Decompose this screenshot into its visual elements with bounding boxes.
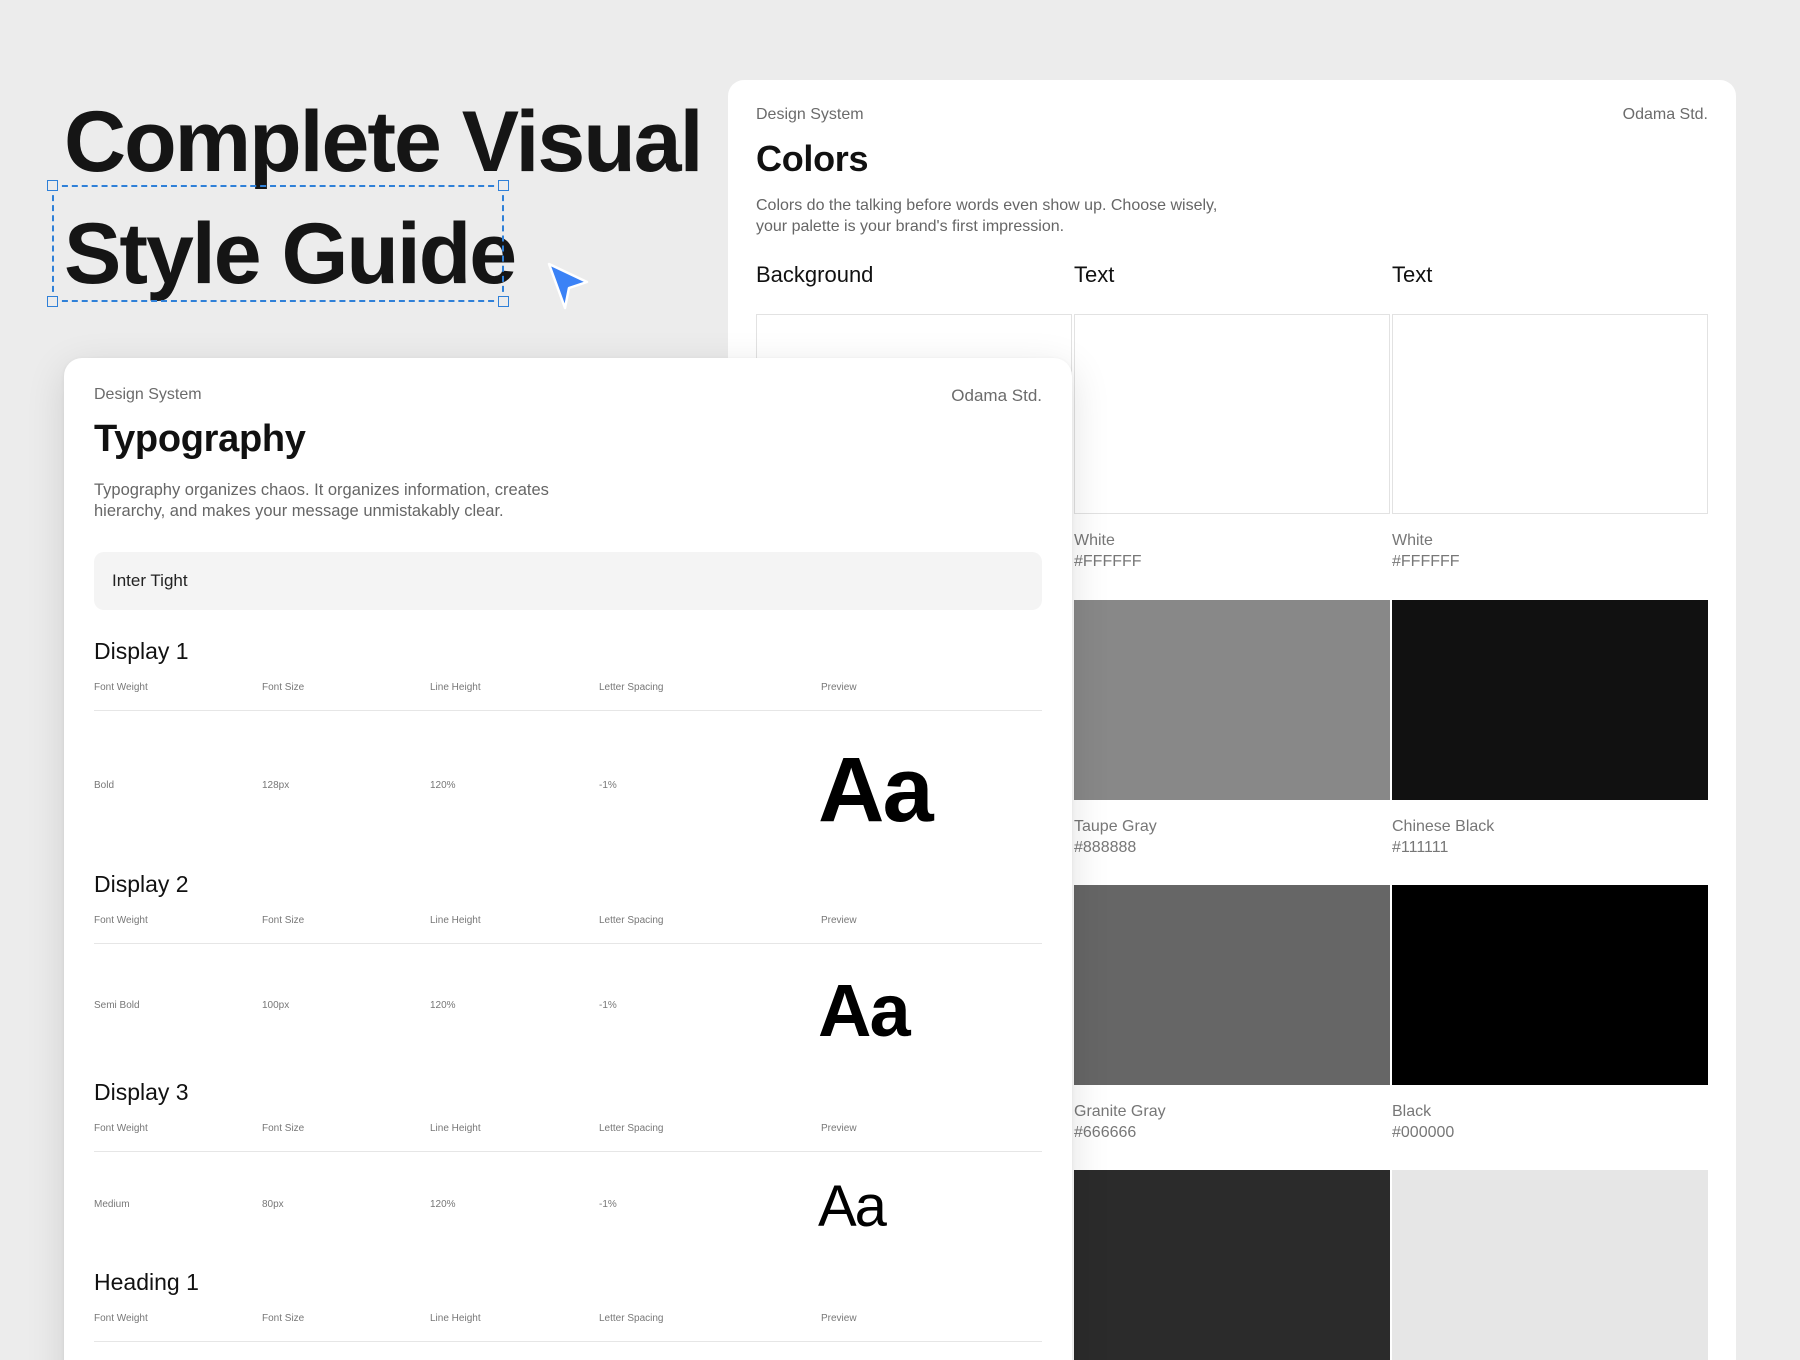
- type-preview: Aa: [818, 1174, 887, 1239]
- column-label: Font Weight: [94, 915, 148, 926]
- type-preview: Aa: [818, 969, 911, 1052]
- style-title: Heading 1: [94, 1269, 199, 1295]
- hero-title-line: Complete Visual: [64, 94, 704, 190]
- column-heading-text: Text: [1074, 262, 1115, 287]
- style-title: Display 2: [94, 871, 189, 897]
- divider: [94, 710, 1042, 711]
- swatch-name: White: [1392, 532, 1433, 549]
- font-family-pill[interactable]: Inter Tight: [94, 552, 1042, 610]
- selection-box[interactable]: [47, 180, 509, 307]
- column-label: Preview: [821, 682, 857, 693]
- line-height-value: 120%: [430, 780, 456, 791]
- description-line: Colors do the talking before words even …: [756, 197, 1218, 214]
- description-line: Typography organizes chaos. It organizes…: [94, 481, 549, 499]
- card-brand: Odama Std.: [1622, 106, 1708, 123]
- column-label: Line Height: [430, 915, 481, 926]
- swatch-name: Granite Gray: [1074, 1103, 1166, 1120]
- column-label: Preview: [821, 915, 857, 926]
- column-label: Preview: [821, 1123, 857, 1134]
- swatch-name: Black: [1392, 1103, 1432, 1120]
- cursor-icon: [547, 262, 589, 310]
- swatch-name: White: [1074, 532, 1115, 549]
- letter-spacing-value: -1%: [599, 1000, 617, 1011]
- font-size-value: 100px: [262, 1000, 290, 1011]
- color-swatch[interactable]: [1392, 600, 1708, 800]
- color-swatch[interactable]: [1392, 314, 1708, 514]
- card-title: Colors: [756, 138, 869, 179]
- column-label: Line Height: [430, 1313, 481, 1324]
- style-title: Display 3: [94, 1079, 189, 1105]
- font-weight-value: Semi Bold: [94, 1000, 140, 1011]
- card-description: Typography organizes chaos. It organizes…: [94, 480, 654, 522]
- divider: [94, 1341, 1042, 1342]
- card-brand: Odama Std.: [951, 386, 1042, 405]
- resize-handle[interactable]: [47, 296, 58, 307]
- column-label: Letter Spacing: [599, 1123, 664, 1134]
- canvas: Design System Odama Std. Colors Colors d…: [0, 0, 1800, 1360]
- swatch-hex: #666666: [1074, 1124, 1137, 1141]
- color-swatch[interactable]: [1074, 314, 1390, 514]
- column-label: Font Size: [262, 1313, 305, 1324]
- column-label: Font Weight: [94, 682, 148, 693]
- column-label: Letter Spacing: [599, 1313, 664, 1324]
- font-family-name: Inter Tight: [112, 571, 188, 590]
- color-swatch[interactable]: [1392, 1170, 1708, 1360]
- card-label: Design System: [756, 106, 864, 123]
- resize-handle[interactable]: [498, 180, 509, 191]
- column-label: Preview: [821, 1313, 857, 1324]
- style-title: Display 1: [94, 638, 189, 664]
- resize-handle[interactable]: [498, 296, 509, 307]
- swatch-hex: #111111: [1392, 839, 1449, 856]
- card-label: Design System: [94, 386, 202, 403]
- card-description: Colors do the talking before words even …: [756, 195, 1276, 237]
- type-preview: Aa: [818, 739, 934, 841]
- column-label: Font Weight: [94, 1123, 148, 1134]
- column-label: Font Size: [262, 915, 305, 926]
- column-label: Letter Spacing: [599, 682, 664, 693]
- line-height-value: 120%: [430, 1000, 456, 1011]
- column-label: Line Height: [430, 1123, 481, 1134]
- swatch-hex: #FFFFFF: [1392, 553, 1460, 570]
- column-heading-background: Background: [756, 262, 874, 287]
- swatch-hex: #000000: [1392, 1124, 1455, 1141]
- swatch-name: Taupe Gray: [1074, 818, 1157, 835]
- swatch-hex: #FFFFFF: [1074, 553, 1142, 570]
- divider: [94, 1151, 1042, 1152]
- font-size-value: 128px: [262, 780, 290, 791]
- column-label: Font Size: [262, 682, 305, 693]
- swatch-hex: #888888: [1074, 839, 1137, 856]
- color-swatch[interactable]: [1074, 885, 1390, 1085]
- card-title: Typography: [94, 418, 306, 460]
- line-height-value: 120%: [430, 1199, 456, 1210]
- font-size-value: 80px: [262, 1199, 284, 1210]
- column-label: Line Height: [430, 682, 481, 693]
- font-weight-value: Medium: [94, 1199, 130, 1210]
- column-label: Font Size: [262, 1123, 305, 1134]
- column-heading-text: Text: [1392, 262, 1433, 287]
- typography-card[interactable]: Design System Odama Std. Typography Typo…: [64, 358, 1072, 1360]
- color-swatch[interactable]: [1074, 1170, 1390, 1360]
- description-line: your palette is your brand's first impre…: [756, 218, 1065, 235]
- color-swatch[interactable]: [1074, 600, 1390, 800]
- font-weight-value: Bold: [94, 780, 115, 791]
- swatch-name: Chinese Black: [1392, 818, 1495, 835]
- letter-spacing-value: -1%: [599, 1199, 617, 1210]
- resize-handle[interactable]: [47, 180, 58, 191]
- column-label: Letter Spacing: [599, 915, 664, 926]
- column-label: Font Weight: [94, 1313, 148, 1324]
- color-swatch[interactable]: [1392, 885, 1708, 1085]
- letter-spacing-value: -1%: [599, 780, 617, 791]
- description-line: hierarchy, and makes your message unmist…: [94, 502, 504, 520]
- divider: [94, 943, 1042, 944]
